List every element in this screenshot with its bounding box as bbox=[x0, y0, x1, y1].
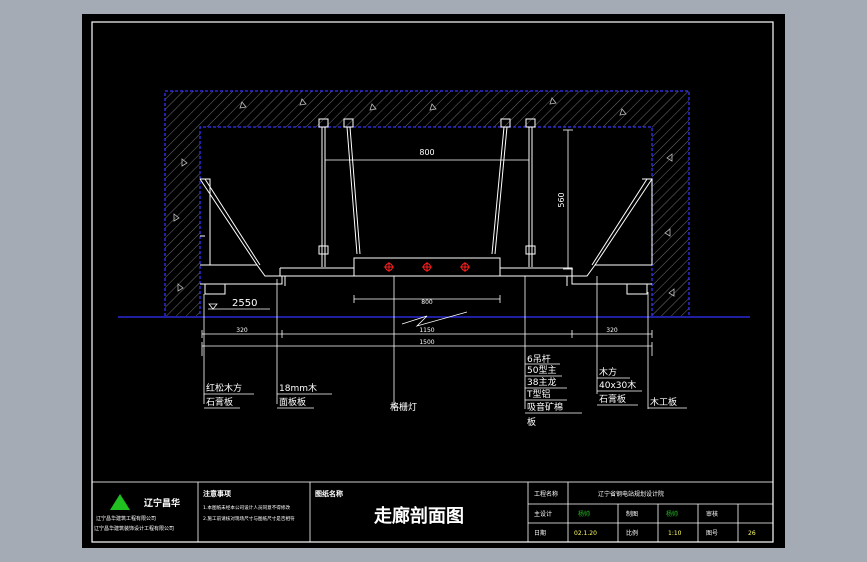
label-l6a: 6吊杆 bbox=[527, 353, 551, 365]
drafter-value: 杨帅 bbox=[666, 510, 678, 518]
sheet-value: 26 bbox=[748, 530, 756, 537]
label-l2: 石膏板 bbox=[206, 396, 233, 408]
sheet-label: 图号 bbox=[706, 530, 718, 537]
scale-value: 1:10 bbox=[668, 530, 682, 537]
label-l6e: 吸音矿棉 bbox=[527, 401, 563, 413]
designer-value: 杨帅 bbox=[578, 510, 590, 518]
check-label: 审核 bbox=[706, 510, 718, 518]
cad-drawing: 800 560 2550 800 320 1150 320 1500 红松木方 … bbox=[91, 21, 774, 543]
level-triangle bbox=[208, 303, 218, 310]
label-l8: 40x30木 bbox=[599, 379, 636, 391]
label-l6b: 50型主 bbox=[527, 364, 556, 376]
scale-label: 比例 bbox=[626, 529, 638, 537]
drafter-label: 制图 bbox=[626, 510, 638, 518]
light-fixture-markers bbox=[384, 262, 470, 272]
dimension-side-left-text: 320 bbox=[236, 327, 248, 334]
company-logo-icon bbox=[110, 494, 130, 510]
concrete-walls bbox=[164, 90, 690, 316]
label-l5: 格栅灯 bbox=[390, 401, 417, 413]
note-1: 1.本图纸未经本公司设计人员同意不得修改 bbox=[203, 504, 290, 511]
dimension-sub1-text: 800 bbox=[421, 299, 433, 306]
dimension-sub2-text: 1150 bbox=[419, 327, 434, 334]
date-value: 02.1.20 bbox=[574, 530, 597, 537]
label-l6d: T型铝 bbox=[526, 388, 551, 400]
label-l9: 石膏板 bbox=[599, 393, 626, 405]
drawing-title: 走廊剖面图 bbox=[374, 505, 464, 527]
notes-title: 注意事项 bbox=[203, 489, 231, 498]
company-line1: 辽宁昌华建筑工程有限公司 bbox=[96, 515, 156, 522]
label-l3: 18mm木 bbox=[279, 382, 317, 394]
label-l6c: 38主龙 bbox=[527, 376, 556, 388]
drawing-sheet: 800 560 2550 800 320 1150 320 1500 红松木方 … bbox=[82, 14, 785, 548]
level-2550-text: 2550 bbox=[232, 298, 257, 309]
label-l6f: 板 bbox=[527, 416, 536, 428]
ceiling-section bbox=[199, 178, 653, 295]
project-value: 辽宁省钢电站规划设计院 bbox=[598, 490, 664, 498]
designer-label: 主设计 bbox=[534, 510, 552, 518]
dimension-sub3-text: 1500 bbox=[419, 339, 434, 346]
dimension-560-text: 560 bbox=[557, 192, 566, 207]
project-label: 工程名称 bbox=[534, 490, 558, 498]
label-l7: 木方 bbox=[599, 366, 617, 378]
label-l1: 红松木方 bbox=[206, 382, 242, 394]
drawing-name-label: 图纸名称 bbox=[315, 489, 343, 498]
company-line2: 辽宁昌华建筑装饰设计工程有限公司 bbox=[94, 525, 174, 532]
label-l10: 木工板 bbox=[650, 396, 677, 408]
label-l4: 面板板 bbox=[279, 396, 306, 408]
note-2: 2.施工前请核对现场尺寸与图纸尺寸是否相符 bbox=[203, 515, 295, 522]
company-logo-text: 辽宁昌华 bbox=[144, 497, 180, 509]
hanger-rods bbox=[318, 118, 536, 267]
date-label: 日期 bbox=[534, 529, 546, 537]
dimension-800-text: 800 bbox=[419, 148, 434, 157]
dimension-side-right-text: 320 bbox=[606, 327, 618, 334]
